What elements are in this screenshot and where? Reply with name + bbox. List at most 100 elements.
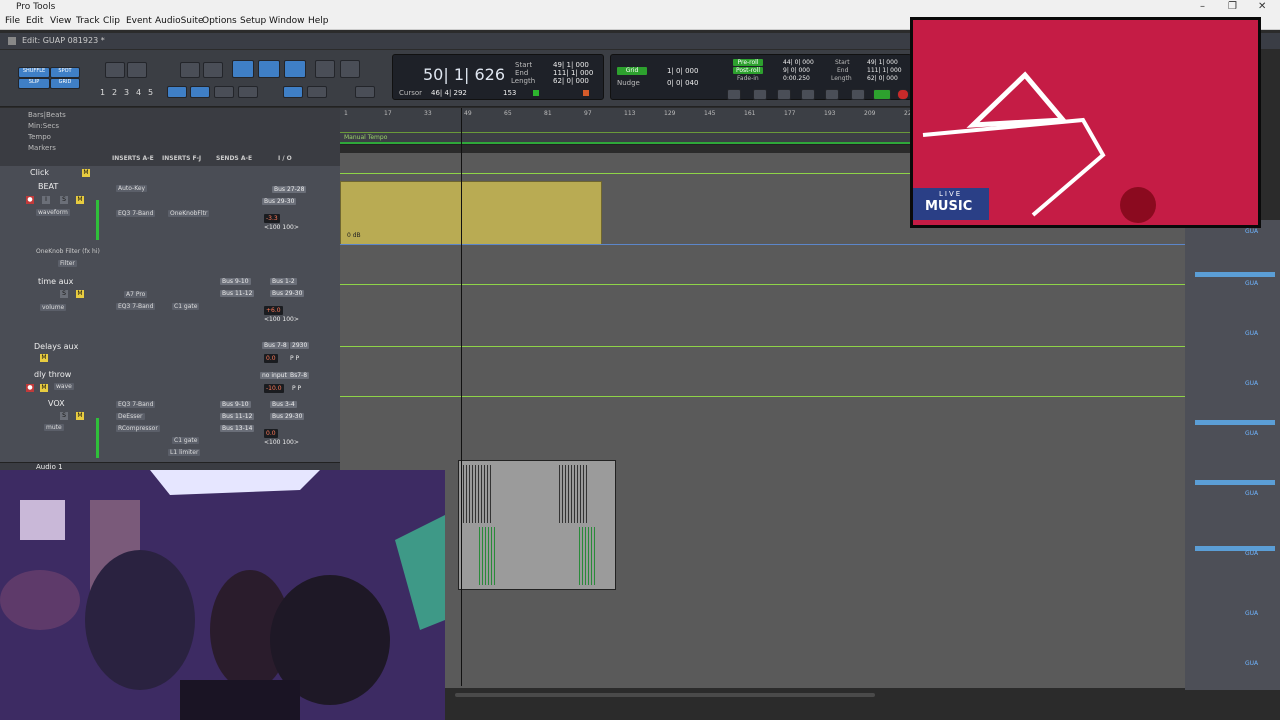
menu-options[interactable]: Options — [202, 16, 237, 26]
menu-setup[interactable]: Setup — [240, 16, 266, 26]
grid-value[interactable]: 1| 0| 000 — [667, 67, 698, 75]
menu-edit[interactable]: Edit — [26, 16, 43, 26]
insert-slot[interactable]: EQ3 7-Band — [116, 210, 156, 217]
nudge-value[interactable]: 0| 0| 040 — [667, 79, 698, 87]
clip-list-item[interactable]: GUA — [1245, 228, 1258, 235]
stop-icon[interactable] — [851, 89, 865, 100]
track-name[interactable]: Delays aux — [34, 342, 78, 351]
minimize-icon[interactable]: – — [1200, 1, 1205, 12]
zoom-out-icon[interactable] — [105, 62, 125, 78]
grid-icon[interactable] — [355, 86, 375, 98]
menu-audiosuite[interactable]: AudioSuite — [155, 16, 204, 26]
io-output[interactable]: 2930 — [290, 342, 310, 349]
rewind-icon[interactable] — [777, 89, 791, 100]
slip-mode-button[interactable]: SLIP — [18, 78, 50, 89]
track-name[interactable]: BEAT — [38, 182, 58, 191]
track-time-aux[interactable]: time aux S M volume A7 Pro EQ3 7-Band C1… — [0, 272, 340, 339]
tab-to-transient-icon[interactable] — [167, 86, 187, 98]
mute-button[interactable]: M — [40, 354, 48, 362]
track-click[interactable]: Click M — [0, 166, 340, 181]
menu-track[interactable]: Track — [76, 16, 100, 26]
ruler-tempo[interactable]: Tempo — [28, 133, 51, 141]
volume-value[interactable]: +6.0 — [264, 306, 283, 315]
insert-slot[interactable]: EQ3 7-Band — [116, 303, 156, 310]
edit-timeline[interactable]: 0 dB — [340, 153, 1185, 688]
clip-list-item[interactable]: GUA — [1245, 280, 1258, 287]
insert-slot[interactable]: EQ3 7-Band — [116, 401, 156, 408]
track-dly-throw[interactable]: dly throw ● M wave no input Bs7-8 -10.0 … — [0, 368, 340, 397]
menu-view[interactable]: View — [50, 16, 71, 26]
start-value[interactable]: 49| 1| 000 — [553, 61, 589, 69]
zoom-preset-3[interactable]: 3 — [124, 88, 129, 97]
track-name[interactable]: VOX — [48, 399, 65, 408]
ruler-min-secs[interactable]: Min:Secs — [28, 122, 59, 130]
track-view-mode[interactable]: volume — [40, 304, 67, 311]
input-button[interactable]: I — [42, 196, 50, 204]
keyboard-focus-icon[interactable] — [307, 86, 327, 98]
track-name[interactable]: Click — [30, 168, 49, 177]
record-arm-button[interactable]: ● — [26, 196, 34, 204]
record-arm-button[interactable]: ● — [26, 384, 34, 392]
end2-value[interactable]: 111| 1| 000 — [867, 67, 902, 74]
mute-button[interactable]: M — [82, 169, 90, 177]
insert-slot[interactable]: C1 gate — [172, 437, 200, 444]
track-vox[interactable]: VOX S M mute EQ3 7-Band DeEsser RCompres… — [0, 396, 340, 463]
scrubber-tool-icon[interactable] — [315, 60, 335, 78]
audio-clip-beat[interactable]: 0 dB — [340, 181, 602, 245]
trim-tool-icon[interactable] — [232, 60, 254, 78]
volume-value[interactable]: 0.0 — [264, 354, 278, 363]
track-delays-aux[interactable]: Delays aux M Bus 7-8 2930 0.0 P P — [0, 338, 340, 369]
fast-forward-icon[interactable] — [801, 89, 815, 100]
grabber-tool-icon[interactable] — [284, 60, 306, 78]
record-icon[interactable] — [897, 89, 909, 100]
return-to-zero-icon[interactable] — [753, 89, 767, 100]
postroll-value[interactable]: 9| 0| 000 — [783, 67, 810, 74]
clip-list-item[interactable]: GUA — [1245, 380, 1258, 387]
link-timeline-icon[interactable] — [190, 86, 210, 98]
insert-slot[interactable]: L1 limiter — [168, 449, 201, 456]
clip-list-pane[interactable]: GUA GUA GUA GUA GUA GUA GUA GUA GUA — [1185, 220, 1280, 690]
pencil-tool-icon[interactable] — [340, 60, 360, 78]
end-value[interactable]: 111| 1| 000 — [553, 69, 593, 77]
grid-mode-button[interactable]: GRID — [50, 78, 80, 89]
volume-value[interactable]: -3.3 — [264, 214, 280, 223]
zoom-preset-1[interactable]: 1 — [100, 88, 105, 97]
track-view-mode[interactable]: mute — [44, 424, 64, 431]
io-output[interactable]: Bus 29-30 — [270, 290, 305, 297]
insert-slot[interactable]: A7 Pro — [124, 291, 148, 298]
io-input[interactable]: Bus 7-8 — [262, 342, 289, 349]
pan-value[interactable]: P P — [292, 385, 301, 392]
mute-button[interactable]: M — [76, 412, 84, 420]
mute-button[interactable]: M — [76, 196, 84, 204]
plugin-slot[interactable]: OneKnob Filter (fx hi) — [36, 248, 100, 255]
solo-button[interactable]: S — [60, 290, 68, 298]
menu-help[interactable]: Help — [308, 16, 329, 26]
grid-button[interactable]: Grid — [617, 67, 647, 75]
fadein-value[interactable]: 0:00.250 — [783, 75, 810, 82]
menu-event[interactable]: Event — [126, 16, 152, 26]
zoom-preset-4[interactable]: 4 — [136, 88, 141, 97]
track-beat[interactable]: BEAT ● I S M waveform Auto-Key EQ3 7-Ban… — [0, 180, 340, 273]
mute-button[interactable]: M — [40, 384, 48, 392]
io-input[interactable]: no input — [260, 372, 289, 379]
pan-value[interactable]: <100 100> — [264, 316, 299, 323]
zoom-in-icon[interactable] — [127, 62, 147, 78]
insertion-follows-icon[interactable] — [214, 86, 234, 98]
horizontal-scrollbar[interactable] — [455, 693, 875, 697]
insert-slot[interactable]: C1 gate — [172, 303, 200, 310]
io-input[interactable]: Bus 1-2 — [270, 278, 297, 285]
io-output[interactable]: Bs7-8 — [288, 372, 310, 379]
zoomer-tool-icon[interactable] — [180, 62, 200, 78]
shuffle-mode-button[interactable]: SHUFFLE — [18, 67, 50, 78]
send-slot[interactable]: Bus 11-12 — [220, 290, 255, 297]
io-input[interactable]: Bus 27-28 — [272, 186, 307, 193]
clip-list-item[interactable]: GUA — [1245, 550, 1258, 557]
mute-button[interactable]: M — [76, 290, 84, 298]
volume-value[interactable]: 0.0 — [264, 429, 278, 438]
ruler-bars-beats[interactable]: Bars|Beats — [28, 111, 66, 119]
pan-value[interactable]: <100 100> — [264, 439, 299, 446]
zoom-preset-5[interactable]: 5 — [148, 88, 153, 97]
magnify-icon[interactable] — [203, 62, 223, 78]
send-slot[interactable]: Bus 9-10 — [220, 278, 251, 285]
playhead-cursor[interactable] — [461, 108, 462, 686]
